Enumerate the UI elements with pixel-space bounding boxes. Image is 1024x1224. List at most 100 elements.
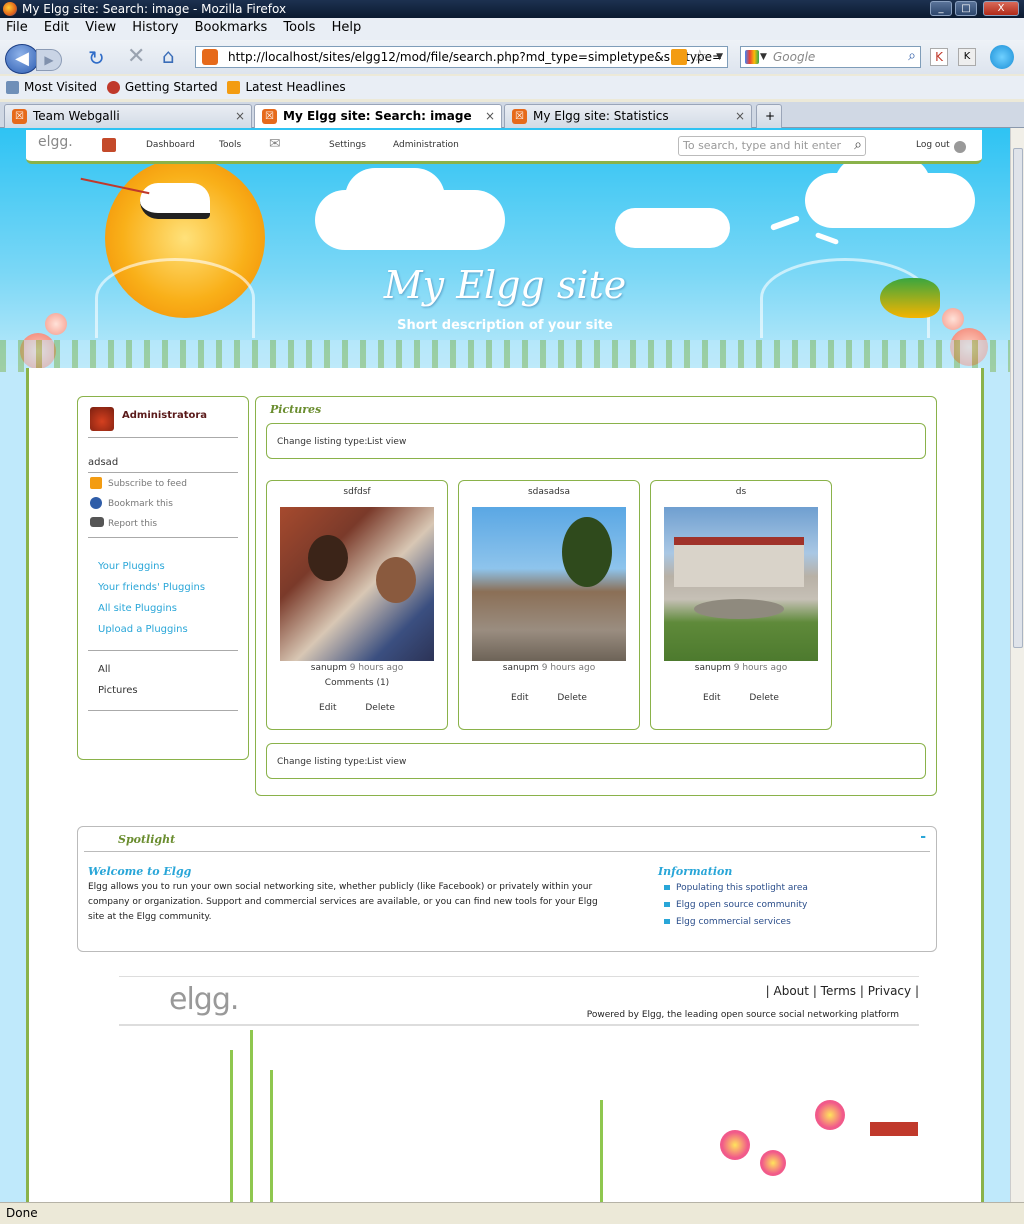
minimize-button[interactable]: _ bbox=[930, 1, 952, 16]
content-panel: Pictures Change listing type: List view … bbox=[255, 396, 937, 796]
topbar-administration[interactable]: Administration bbox=[393, 140, 459, 150]
item-time: 9 hours ago bbox=[733, 663, 788, 673]
messages-envelope-icon[interactable]: ✉ bbox=[269, 136, 281, 152]
logout-icon[interactable] bbox=[954, 141, 966, 153]
topbar-search-input[interactable]: To search, type and hit enter ⌕ bbox=[678, 136, 866, 156]
subscribe-feed-link[interactable]: Subscribe to feed bbox=[108, 479, 187, 489]
photo-thumbnail[interactable] bbox=[472, 507, 626, 661]
close-button[interactable]: X bbox=[983, 1, 1019, 16]
url-dropdown-icon[interactable]: ▼ bbox=[716, 47, 723, 67]
delete-link[interactable]: Delete bbox=[365, 703, 395, 713]
menu-edit[interactable]: Edit bbox=[38, 18, 75, 35]
filter-pictures[interactable]: Pictures bbox=[98, 685, 138, 696]
photo-thumbnail[interactable] bbox=[280, 507, 434, 661]
site-description: Short description of your site bbox=[397, 318, 613, 333]
new-tab-button[interactable]: + bbox=[756, 104, 782, 128]
edit-link[interactable]: Edit bbox=[511, 693, 528, 703]
tab-close-icon[interactable]: × bbox=[235, 105, 245, 127]
tab-search-image[interactable]: ☒ My Elgg site: Search: image × bbox=[254, 104, 502, 128]
item-title[interactable]: ds bbox=[651, 487, 831, 497]
delete-link[interactable]: Delete bbox=[749, 693, 779, 703]
search-go-icon[interactable]: ⌕ bbox=[908, 46, 916, 66]
addon-k-gray-icon[interactable]: K bbox=[958, 48, 976, 66]
gallery-card: sdasadsa sanupm 9 hours ago Edit Delete bbox=[458, 480, 640, 730]
menu-file[interactable]: File bbox=[0, 18, 34, 35]
owner-name[interactable]: Administratora bbox=[122, 410, 207, 421]
topbar-settings[interactable]: Settings bbox=[329, 140, 366, 150]
site-title[interactable]: My Elgg site bbox=[0, 263, 1010, 307]
vertical-scrollbar[interactable] bbox=[1010, 128, 1024, 1202]
menu-tools[interactable]: Tools bbox=[277, 18, 321, 35]
dragonfly-illustration bbox=[769, 215, 801, 231]
skype-icon[interactable] bbox=[990, 45, 1014, 69]
item-title[interactable]: sdfdsf bbox=[267, 487, 447, 497]
tab-statistics[interactable]: ☒ My Elgg site: Statistics × bbox=[504, 104, 752, 128]
rss-icon[interactable] bbox=[671, 49, 687, 65]
photo-thumbnail[interactable] bbox=[664, 507, 818, 661]
bookmark-most-visited[interactable]: Most Visited bbox=[6, 76, 97, 99]
edit-link[interactable]: Edit bbox=[703, 693, 720, 703]
menu-bar: File Edit View History Bookmarks Tools H… bbox=[0, 18, 1024, 40]
topbar-search-placeholder: To search, type and hit enter bbox=[683, 139, 842, 152]
menu-help[interactable]: Help bbox=[326, 18, 368, 35]
search-engine-box[interactable]: ▼ Google ⌕ bbox=[740, 46, 921, 68]
item-title[interactable]: sdasadsa bbox=[459, 487, 639, 497]
maximize-button[interactable]: □ bbox=[955, 1, 977, 16]
tab-close-icon[interactable]: × bbox=[735, 105, 745, 127]
xampp-icon: ☒ bbox=[262, 109, 277, 124]
list-view-link[interactable]: List view bbox=[367, 757, 406, 767]
all-site-pluggins-link[interactable]: All site Pluggins bbox=[98, 603, 177, 614]
firefox-icon bbox=[3, 2, 17, 16]
tab-close-icon[interactable]: × bbox=[485, 105, 495, 127]
google-icon[interactable] bbox=[745, 50, 759, 64]
home-button[interactable]: ⌂ bbox=[162, 44, 175, 68]
topbar-tools[interactable]: Tools bbox=[219, 140, 241, 150]
reload-button[interactable]: ↻ bbox=[88, 46, 105, 70]
user-avatar-small[interactable] bbox=[102, 138, 116, 152]
elgg-topbar: elgg. Dashboard Tools ✉ Settings Adminis… bbox=[26, 130, 982, 164]
forward-arrow-icon: ▶ bbox=[44, 53, 54, 67]
forward-button[interactable]: ▶ bbox=[36, 49, 62, 71]
url-text: http://localhost/sites/elgg12/mod/file/s… bbox=[228, 50, 723, 64]
menu-history[interactable]: History bbox=[126, 18, 184, 35]
cloud bbox=[615, 208, 730, 248]
your-pluggins-link[interactable]: Your Pluggins bbox=[98, 561, 165, 572]
bookmark-latest-headlines[interactable]: Latest Headlines bbox=[227, 76, 346, 99]
search-icon[interactable]: ⌕ bbox=[854, 136, 862, 154]
item-owner[interactable]: sanupm bbox=[695, 663, 731, 673]
list-view-link[interactable]: List view bbox=[367, 437, 406, 447]
item-owner[interactable]: sanupm bbox=[311, 663, 347, 673]
bookmark-this-link[interactable]: Bookmark this bbox=[108, 499, 173, 509]
friends-pluggins-link[interactable]: Your friends' Pluggins bbox=[98, 582, 205, 593]
owner-avatar[interactable] bbox=[90, 407, 114, 431]
elgg-logo[interactable]: elgg. bbox=[38, 134, 73, 150]
tab-label: Team Webgalli bbox=[33, 109, 120, 123]
addon-k-red-icon[interactable]: K bbox=[930, 48, 948, 66]
tab-team-webgalli[interactable]: ☒ Team Webgalli × bbox=[4, 104, 252, 128]
item-comments-link[interactable]: Comments (1) bbox=[267, 678, 447, 688]
header-sky: My Elgg site Short description of your s… bbox=[0, 128, 1010, 372]
report-this-link[interactable]: Report this bbox=[108, 519, 157, 529]
delete-link[interactable]: Delete bbox=[557, 693, 587, 703]
menu-view[interactable]: View bbox=[79, 18, 122, 35]
menu-bookmarks[interactable]: Bookmarks bbox=[189, 18, 274, 35]
topbar-dashboard[interactable]: Dashboard bbox=[146, 140, 195, 150]
flower-decoration bbox=[760, 1150, 786, 1176]
back-button[interactable]: ◀ bbox=[5, 44, 39, 74]
item-meta: sanupm 9 hours ago bbox=[459, 663, 639, 673]
engine-dropdown-icon[interactable]: ▼ bbox=[760, 47, 767, 67]
stop-icon: ✕ bbox=[127, 44, 146, 69]
bookmark-star-icon[interactable]: ☆ bbox=[693, 47, 707, 66]
stop-button[interactable]: ✕ bbox=[127, 44, 145, 69]
item-actions: Edit Delete bbox=[651, 693, 831, 703]
filter-all[interactable]: All bbox=[98, 664, 110, 675]
url-bar[interactable]: http://localhost/sites/elgg12/mod/file/s… bbox=[195, 46, 728, 68]
scrollbar-thumb[interactable] bbox=[1013, 148, 1023, 648]
owner-sidebar: Administratora adsad Subscribe to feed B… bbox=[77, 396, 249, 760]
bookmark-getting-started[interactable]: Getting Started bbox=[106, 76, 218, 99]
upload-pluggins-link[interactable]: Upload a Pluggins bbox=[98, 624, 188, 635]
edit-link[interactable]: Edit bbox=[319, 703, 336, 713]
item-owner[interactable]: sanupm bbox=[503, 663, 539, 673]
topbar-logout[interactable]: Log out bbox=[916, 140, 950, 150]
grass-stem bbox=[600, 1100, 603, 1202]
